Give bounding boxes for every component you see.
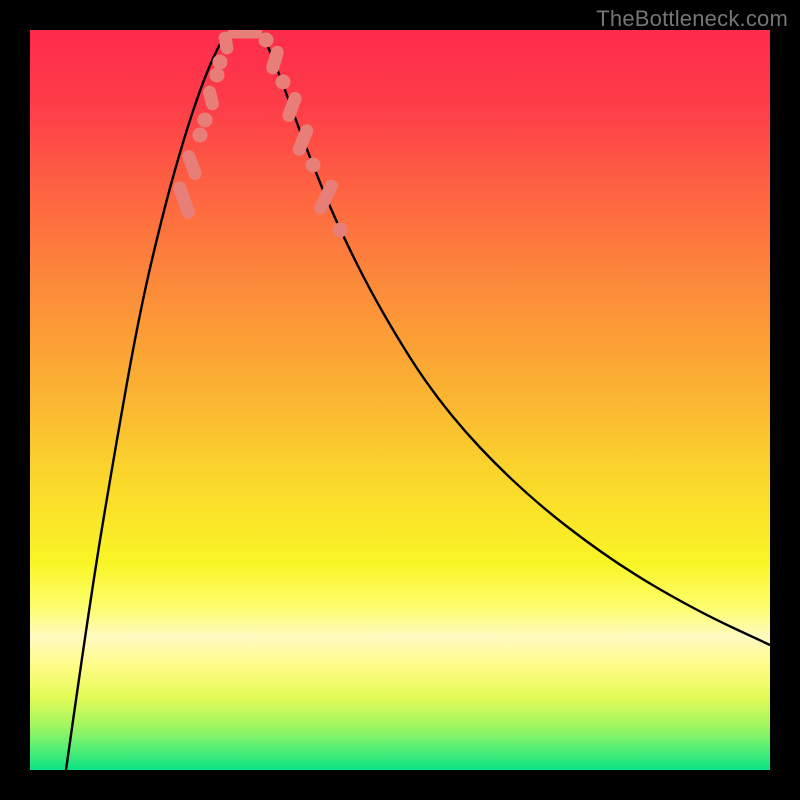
- data-marker: [291, 123, 314, 157]
- data-marker: [210, 68, 224, 82]
- watermark-text: TheBottleneck.com: [596, 6, 788, 32]
- data-marker: [181, 149, 203, 181]
- data-marker: [276, 75, 290, 89]
- data-marker: [213, 55, 227, 69]
- data-marker: [281, 91, 303, 123]
- data-marker: [193, 128, 207, 142]
- data-marker: [202, 85, 219, 111]
- data-marker: [259, 33, 273, 47]
- data-marker: [333, 223, 347, 237]
- data-marker: [306, 158, 320, 172]
- data-marker: [198, 113, 212, 127]
- data-marker: [228, 30, 262, 38]
- chart-frame: TheBottleneck.com: [0, 0, 800, 800]
- plot-area: [30, 30, 770, 770]
- data-marker: [172, 180, 196, 220]
- bottleneck-curve: [30, 30, 770, 770]
- data-marker: [313, 178, 340, 216]
